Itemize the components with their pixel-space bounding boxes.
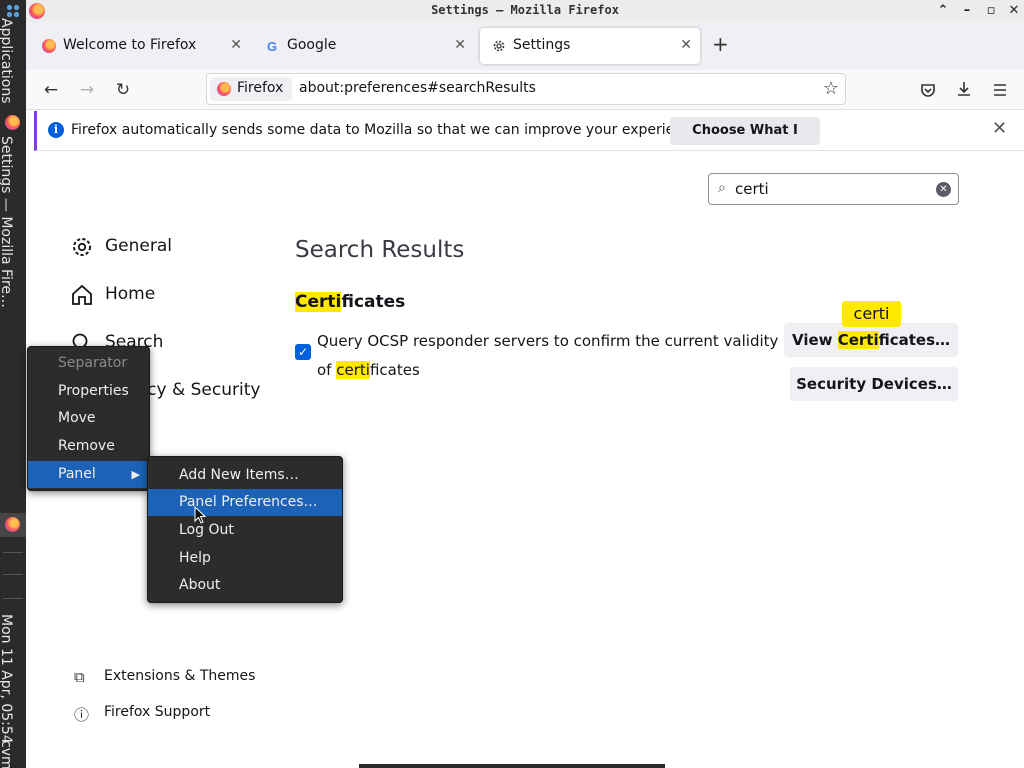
menu-item-help[interactable]: Help (148, 545, 342, 572)
ocsp-checkbox[interactable]: ✓ (295, 344, 311, 360)
navigation-toolbar: ← → ↻ Firefox about:preferences#searchRe… (26, 70, 1024, 110)
category-label: Home (105, 284, 156, 304)
panel-user[interactable]: cvm (0, 740, 14, 768)
menu-item-move[interactable]: Move (28, 405, 149, 432)
url-bar[interactable]: Firefox about:preferences#searchResults … (206, 73, 846, 105)
info-icon: i (48, 122, 64, 138)
menu-item-label: Panel (58, 466, 96, 482)
security-devices-button[interactable]: Security Devices… (790, 367, 958, 401)
search-tooltip: certi (842, 301, 901, 327)
group-title-rest: ficates (341, 292, 406, 312)
taskbar-window-title[interactable]: Settings — Mozilla Fire… (0, 136, 14, 308)
panel-submenu: Add New Items… Panel Preferences… Log Ou… (147, 456, 343, 603)
window-title: Settings — Mozilla Firefox (431, 3, 619, 17)
clear-search-icon[interactable]: ✕ (936, 182, 951, 197)
menu-item-panel[interactable]: Panel ▶ (28, 461, 149, 488)
notification-message: Firefox automatically sends some data to… (71, 122, 704, 138)
search-highlight: certi (336, 361, 370, 379)
reload-icon[interactable]: ↻ (111, 78, 135, 102)
ocsp-rest: ficates (369, 361, 420, 379)
close-tab-icon[interactable]: ✕ (454, 37, 466, 53)
panel-clock[interactable]: Mon 11 Apr, 05:54 (0, 614, 14, 744)
category-label: General (105, 236, 172, 256)
gear-icon (493, 40, 505, 52)
puzzle-piece-icon: ⧉ (74, 668, 85, 686)
panel-context-menu: Separator Properties Move Remove Panel ▶ (27, 346, 150, 491)
window-shade-button[interactable]: ⌃ (934, 2, 952, 20)
ocsp-label: Query OCSP responder servers to confirm … (317, 327, 785, 385)
tab-strip: Welcome to Firefox ✕ G Google ✕ Settings… (26, 22, 1024, 70)
google-favicon-icon: G (267, 39, 277, 53)
close-tab-icon[interactable]: ✕ (230, 37, 242, 53)
applications-menu-icon[interactable] (6, 4, 20, 18)
bookmark-star-icon[interactable]: ☆ (823, 78, 839, 99)
svg-text:G: G (267, 39, 277, 53)
tab-label: Welcome to Firefox (63, 37, 197, 53)
close-tab-icon[interactable]: ✕ (680, 37, 692, 53)
menu-item-add-new-items[interactable]: Add New Items… (148, 462, 342, 489)
menu-item-panel-preferences[interactable]: Panel Preferences… (148, 489, 342, 516)
menu-item-properties[interactable]: Properties (28, 378, 149, 405)
window-maximize-button[interactable]: ▫ (982, 2, 1000, 20)
window-minimize-button[interactable]: – (958, 2, 976, 20)
downloads-icon[interactable] (955, 80, 973, 98)
firefox-taskbar-icon (5, 115, 20, 130)
home-icon (72, 284, 92, 305)
panel-launcher-firefox[interactable] (0, 513, 26, 537)
tab-label: Google (287, 37, 337, 53)
identity-box[interactable]: Firefox (210, 77, 292, 101)
choose-what-i-share-button[interactable]: Choose What I Share (670, 117, 820, 166)
back-arrow-icon[interactable]: ← (39, 78, 63, 102)
forward-arrow-icon[interactable]: → (75, 78, 99, 102)
footer-label: Firefox Support (104, 704, 211, 720)
settings-search-input[interactable]: ⌕ certi ✕ (708, 173, 959, 205)
search-highlight: Certi (837, 331, 879, 349)
search-value[interactable]: certi (735, 180, 769, 198)
tab-google[interactable]: G Google ✕ (254, 28, 474, 64)
search-icon: ⌕ (718, 180, 726, 196)
tab-welcome[interactable]: Welcome to Firefox ✕ (30, 28, 250, 64)
new-tab-icon[interactable]: + (712, 34, 729, 54)
menu-item-remove[interactable]: Remove (28, 433, 149, 460)
tab-settings[interactable]: Settings ✕ (480, 28, 700, 64)
menu-item-about[interactable]: About (148, 572, 342, 599)
identity-label: Firefox (237, 80, 284, 96)
close-icon[interactable]: ✕ (992, 118, 1007, 139)
help-circle-icon: ⓘ (74, 706, 90, 724)
pocket-icon[interactable] (919, 81, 937, 99)
scroll-indicator (359, 764, 665, 768)
menu-item-log-out[interactable]: Log Out (148, 517, 342, 544)
button-label: ficates… (878, 331, 951, 349)
panel-separator (3, 598, 23, 599)
panel-separator (3, 574, 23, 575)
panel-separator (3, 552, 23, 553)
notification-bar: i Firefox automatically sends some data … (34, 111, 1024, 166)
tab-label: Settings (513, 37, 571, 53)
window-close-button[interactable]: ✕ (1005, 2, 1023, 20)
firefox-identity-icon (217, 82, 231, 96)
mouse-pointer-icon (194, 506, 206, 524)
page-title: Search Results (295, 237, 465, 263)
gear-icon (73, 238, 91, 256)
submenu-arrow-icon: ▶ (131, 468, 140, 481)
certificates-group-title: Certificates (295, 292, 405, 312)
footer-label: Extensions & Themes (104, 668, 256, 684)
view-certificates-button[interactable]: View Certificates… (784, 323, 958, 357)
firefox-launcher-icon (5, 517, 20, 532)
xfce-panel: Applications Settings — Mozilla Fire… Mo… (0, 0, 26, 768)
applications-menu-label[interactable]: Applications (0, 18, 14, 104)
firefox-favicon-icon (42, 39, 56, 53)
url-text[interactable]: about:preferences#searchResults (299, 80, 536, 96)
menu-item-separator: Separator (58, 355, 128, 371)
hamburger-menu-icon[interactable] (991, 81, 1009, 99)
button-label: View (791, 331, 838, 349)
search-highlight: Certi (295, 292, 342, 312)
window-titlebar: Settings — Mozilla Firefox ⌃ – ▫ ✕ (26, 0, 1024, 22)
